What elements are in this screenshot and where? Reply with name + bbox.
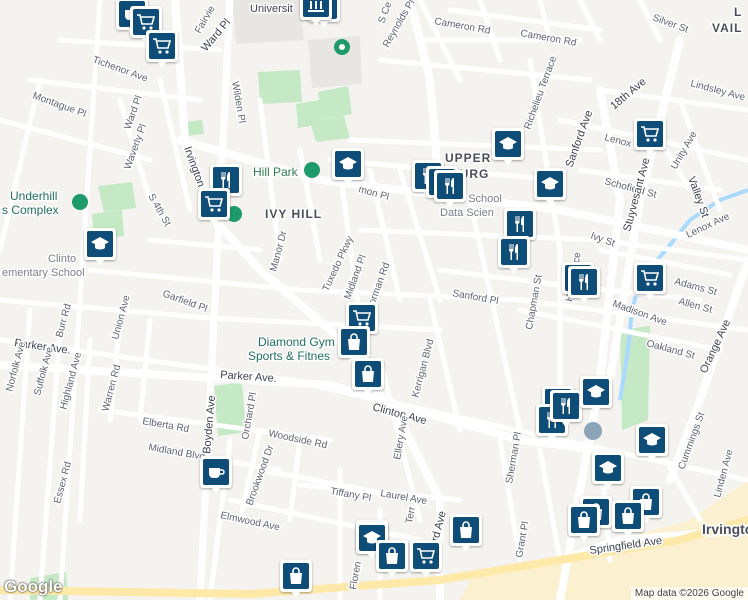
shopping-cart-icon xyxy=(149,33,175,59)
label-lindsley-ave: Lindsley Ave xyxy=(689,78,746,103)
label-union-ave: Union Ave xyxy=(110,294,132,341)
shopping-cart-icon xyxy=(413,543,439,569)
graduation-cap-icon xyxy=(495,131,521,157)
label-boyden-ave: Boyden Ave xyxy=(201,395,218,454)
fork-knife-icon xyxy=(437,173,463,199)
label-elmwood-ave: Elmwood Ave xyxy=(219,510,281,533)
label-kerrigan-blvd: Kerrigan Blvd xyxy=(410,338,436,399)
label-upper-1: UPPER xyxy=(445,151,491,165)
label-garfield-pl: Garfield Pl xyxy=(161,288,209,314)
marker-school[interactable] xyxy=(592,452,624,490)
shopping-bag-icon xyxy=(571,507,597,533)
marker-school[interactable] xyxy=(534,168,566,206)
label-clinton-1: Clinto xyxy=(48,253,76,265)
label-diamond-2: Sports & Fitnes xyxy=(248,349,330,363)
shopping-bag-icon xyxy=(341,329,367,355)
label-underhill-2: s Complex xyxy=(2,203,59,217)
shopping-bag-icon xyxy=(379,543,405,569)
graduation-cap-icon xyxy=(583,379,609,405)
label-adams-st: Adams St xyxy=(673,276,718,298)
label-ivy-hill: IVY HILL xyxy=(265,207,322,221)
label-diamond-1: Diamond Gym xyxy=(258,335,335,349)
fork-knife-icon xyxy=(571,269,597,295)
marker-grocery[interactable] xyxy=(634,118,666,156)
marker-shop[interactable] xyxy=(352,358,384,396)
marker-shop[interactable] xyxy=(568,504,600,542)
label-s-4th-st: S 4th St xyxy=(145,192,172,229)
label-irvington: Irvingto xyxy=(702,521,748,537)
shopping-bag-icon xyxy=(615,503,641,529)
label-clinton-2: ementary School xyxy=(2,267,85,279)
label-essex-rd: Essex Rd xyxy=(52,461,74,505)
graduation-cap-icon xyxy=(335,151,361,177)
marker-restaurant[interactable] xyxy=(434,170,466,208)
marker-university[interactable] xyxy=(300,0,332,26)
label-manor-dr: Manor Dr xyxy=(268,229,290,273)
label-laurel-ave: Laurel Ave xyxy=(379,488,428,507)
marker-school[interactable] xyxy=(84,228,116,266)
label-wilden-pl: Wilden Pl xyxy=(229,81,247,125)
shopping-bag-icon xyxy=(355,361,381,387)
graduation-cap-icon xyxy=(595,455,621,481)
fork-knife-icon xyxy=(553,393,579,419)
label-sanford-ave-1: Sanford Ave xyxy=(564,109,596,169)
graduation-cap-icon xyxy=(87,231,113,257)
fork-knife-icon xyxy=(507,211,533,237)
label-burr-rd: Burr Rd xyxy=(54,303,74,339)
label-ivy-hill-park: Hill Park xyxy=(253,165,299,179)
marker-school[interactable] xyxy=(580,376,612,414)
marker-restaurant[interactable] xyxy=(550,390,582,428)
marker-shop[interactable] xyxy=(376,540,408,578)
marker-school[interactable] xyxy=(492,128,524,166)
marker-shop[interactable] xyxy=(450,514,482,552)
google-logo: Google xyxy=(4,577,63,596)
marker-shop[interactable] xyxy=(280,560,312,598)
map-attribution[interactable]: Map data ©2026 Google xyxy=(630,587,748,600)
label-montague-pl: Montague Pl xyxy=(31,90,88,120)
coffee-cup-icon xyxy=(203,459,229,485)
label-highland-ave: Highland Ave xyxy=(58,351,84,411)
label-midland-blvd: Midland Blvd xyxy=(147,442,205,463)
label-terr: Terr xyxy=(404,505,418,525)
label-tichenor-ave: Tichenor Ave xyxy=(91,54,150,84)
graduation-cap-icon xyxy=(537,171,563,197)
marker-grocery[interactable] xyxy=(198,188,230,226)
university-icon xyxy=(303,0,329,17)
graduation-cap-icon xyxy=(639,427,665,453)
marker-shop[interactable] xyxy=(612,500,644,538)
shopping-cart-icon xyxy=(637,121,663,147)
label-rd-ave: rd Ave xyxy=(429,510,449,543)
label-cameron-rd-1: Cameron Rd xyxy=(433,16,491,37)
marker-school[interactable] xyxy=(332,148,364,186)
label-underhill-1: Underhill xyxy=(10,189,57,203)
shopping-cart-icon xyxy=(201,191,227,217)
label-s-ce: S Ce xyxy=(376,0,394,25)
shopping-cart-icon xyxy=(637,265,663,291)
marker-grocery[interactable] xyxy=(410,540,442,578)
marker-shop[interactable] xyxy=(338,326,370,364)
fork-knife-icon xyxy=(501,239,527,265)
shopping-bag-icon xyxy=(453,517,479,543)
marker-school[interactable] xyxy=(636,424,668,462)
marker-cafe[interactable] xyxy=(200,456,232,494)
shopping-bag-icon xyxy=(283,563,309,589)
marker-restaurant[interactable] xyxy=(568,266,600,304)
marker-grocery[interactable] xyxy=(634,262,666,300)
label-school-2: Data Scien xyxy=(440,207,494,219)
label-lower-vailsburg-2: VAIL xyxy=(712,21,742,35)
label-university: Universit xyxy=(250,3,293,15)
label-lower-vailsburg-1: L xyxy=(734,5,742,19)
marker-grocery[interactable] xyxy=(146,30,178,68)
marker-restaurant[interactable] xyxy=(498,236,530,274)
